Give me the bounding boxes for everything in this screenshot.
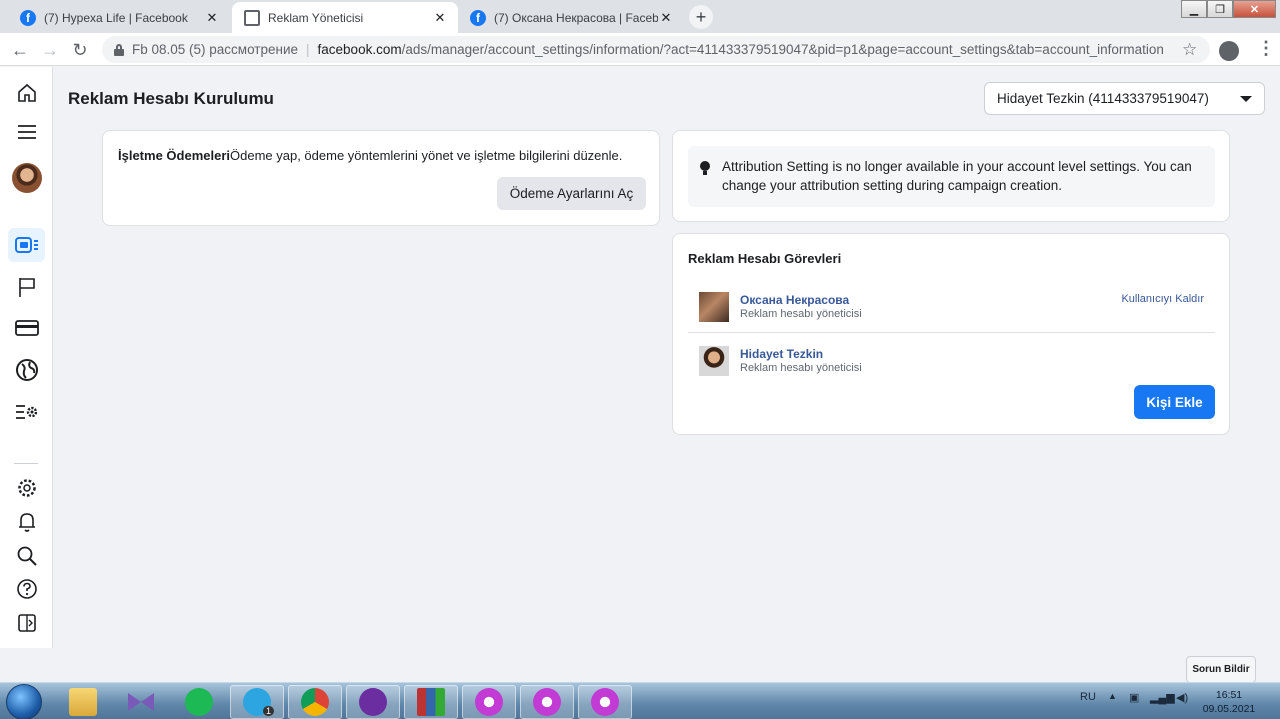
tab-title: (7) Оксана Некрасова | Facebook — [494, 10, 658, 25]
chevron-down-icon — [1240, 95, 1252, 102]
clock-date: 09.05.2021 — [1202, 703, 1256, 715]
account-selector-dropdown[interactable]: Hidayet Tezkin (411433379519047) — [984, 82, 1265, 115]
left-navigation-rail — [0, 67, 53, 648]
address-bar[interactable]: Fb 08.05 (5) рассмотрение | facebook.com… — [102, 36, 1210, 63]
sidebar-toggle-icon[interactable] — [8, 606, 45, 640]
ads-manager-icon — [244, 9, 260, 26]
notifications-bell-icon[interactable] — [8, 505, 45, 539]
page-title: Reklam Hesabı Kurulumu — [68, 89, 274, 108]
language-indicator[interactable]: RU — [1080, 691, 1096, 703]
close-window-button[interactable]: ✕ — [1233, 0, 1276, 18]
help-icon[interactable] — [8, 572, 45, 606]
browser-menu-icon[interactable]: ⋮ — [1257, 38, 1275, 59]
rail-divider — [14, 463, 38, 464]
payments-description: Ödeme yap, ödeme yöntemlerini yönet ve i… — [230, 148, 623, 163]
billing-card-icon[interactable] — [8, 311, 45, 345]
attribution-info-card: Attribution Setting is no longer availab… — [672, 130, 1230, 222]
attribution-notice: Attribution Setting is no longer availab… — [688, 146, 1215, 207]
menu-icon[interactable] — [8, 115, 45, 149]
facebook-icon: f — [470, 9, 486, 26]
maximize-window-button[interactable]: ❐ — [1207, 0, 1233, 18]
attribution-notice-text: Attribution Setting is no longer availab… — [722, 159, 1192, 193]
member-role: Reklam hesabı yöneticisi — [740, 308, 862, 320]
lock-icon — [114, 43, 124, 56]
facebook-icon: f — [20, 9, 36, 26]
member-name[interactable]: Hidayet Tezkin — [740, 347, 823, 361]
back-arrow-icon[interactable]: ← — [8, 38, 32, 62]
settings-list-icon[interactable] — [8, 395, 45, 429]
telegram-badge: 1 — [263, 706, 275, 716]
reload-icon[interactable]: ↻ — [68, 38, 92, 62]
url-host: facebook.com — [317, 42, 402, 57]
clock-time: 16:51 — [1215, 689, 1243, 701]
close-tab-icon[interactable]: ✕ — [658, 10, 674, 26]
lightbulb-icon — [700, 161, 710, 176]
minimize-window-button[interactable]: ▁ — [1181, 0, 1207, 18]
tray-device-icon[interactable]: ▣ — [1129, 691, 1139, 704]
windows-taskbar: 1 RU ▲ ▣ ▂▄▆ ◀) 16:51 09.05.2021 — [0, 682, 1280, 719]
roles-title: Reklam Hesabı Görevleri — [688, 251, 842, 266]
tab-oksana[interactable]: f (7) Оксана Некрасова | Facebook ✕ — [458, 2, 684, 33]
search-icon[interactable] — [8, 539, 45, 573]
browser-profile-icon[interactable] — [462, 685, 516, 719]
system-clock[interactable]: 16:51 09.05.2021 — [1198, 688, 1260, 716]
visual-studio-icon[interactable] — [114, 685, 168, 719]
member-role: Reklam hesabı yöneticisi — [740, 362, 862, 374]
file-explorer-icon[interactable] — [56, 685, 110, 719]
tab-hypexa-life[interactable]: f (7) Hypexa Life | Facebook ✕ — [8, 2, 230, 33]
winrar-icon[interactable] — [404, 685, 458, 719]
report-problem-button[interactable]: Sorun Bildir — [1186, 656, 1256, 683]
forward-arrow-icon[interactable]: → — [38, 38, 62, 62]
profile-icon[interactable] — [1219, 41, 1239, 61]
list-item: Hidayet Tezkin Reklam hesabı yöneticisi — [699, 342, 1215, 386]
payments-summary: İşletme ÖdemeleriÖdeme yap, ödeme yöntem… — [118, 148, 622, 163]
browser-toolbar: ← → ↻ Fb 08.05 (5) рассмотрение | facebo… — [0, 33, 1280, 66]
ads-manager-icon[interactable] — [8, 228, 45, 262]
bookmark-star-icon[interactable]: ☆ — [1182, 40, 1197, 60]
avatar — [699, 346, 729, 376]
browser-profile-icon[interactable] — [578, 685, 632, 719]
site-label: Fb 08.05 (5) рассмотрение — [132, 42, 299, 57]
network-signal-icon[interactable]: ▂▄▆ — [1150, 691, 1175, 704]
open-payment-settings-button[interactable]: Ödeme Ayarlarını Aç — [497, 177, 646, 210]
profile-avatar[interactable] — [8, 161, 45, 195]
remove-user-link[interactable]: Kullanıcıyı Kaldır — [1121, 293, 1204, 305]
settings-gear-icon[interactable] — [8, 471, 45, 505]
payments-title: İşletme Ödemeleri — [118, 148, 230, 163]
browser-tab-strip: f (7) Hypexa Life | Facebook ✕ Reklam Yö… — [0, 0, 1280, 33]
tab-ads-manager[interactable]: Reklam Yöneticisi ✕ — [232, 2, 458, 33]
globe-icon[interactable] — [8, 353, 45, 387]
account-selector-value: Hidayet Tezkin (411433379519047) — [997, 91, 1209, 106]
account-roles-card: Reklam Hesabı Görevleri Оксана Некрасова… — [672, 233, 1230, 435]
start-button[interactable] — [6, 684, 42, 719]
business-payments-card: İşletme ÖdemeleriÖdeme yap, ödeme yöntem… — [102, 130, 660, 226]
close-tab-icon[interactable]: ✕ — [204, 10, 220, 26]
telegram-icon[interactable]: 1 — [230, 685, 284, 719]
list-item: Оксана Некрасова Reklam hesabı yöneticis… — [699, 288, 1215, 332]
chrome-icon[interactable] — [288, 685, 342, 719]
flag-icon[interactable] — [8, 270, 45, 304]
close-tab-icon[interactable]: ✕ — [432, 10, 448, 26]
new-tab-button[interactable]: + — [689, 5, 713, 29]
spotify-icon[interactable] — [172, 685, 226, 719]
list-divider — [688, 332, 1215, 333]
add-person-button[interactable]: Kişi Ekle — [1134, 385, 1215, 419]
url-path: /ads/manager/account_settings/informatio… — [401, 42, 1164, 57]
tab-title: Reklam Yöneticisi — [268, 10, 364, 25]
browser-profile-icon[interactable] — [520, 685, 574, 719]
volume-icon[interactable]: ◀) — [1176, 691, 1188, 704]
avatar — [699, 292, 729, 322]
avatar — [11, 163, 42, 193]
home-icon[interactable] — [8, 76, 45, 110]
tray-expand-icon[interactable]: ▲ — [1108, 691, 1117, 701]
member-name[interactable]: Оксана Некрасова — [740, 293, 849, 307]
tab-title: (7) Hypexa Life | Facebook — [44, 10, 188, 25]
address-separator: | — [306, 42, 310, 57]
game-icon[interactable] — [346, 685, 400, 719]
